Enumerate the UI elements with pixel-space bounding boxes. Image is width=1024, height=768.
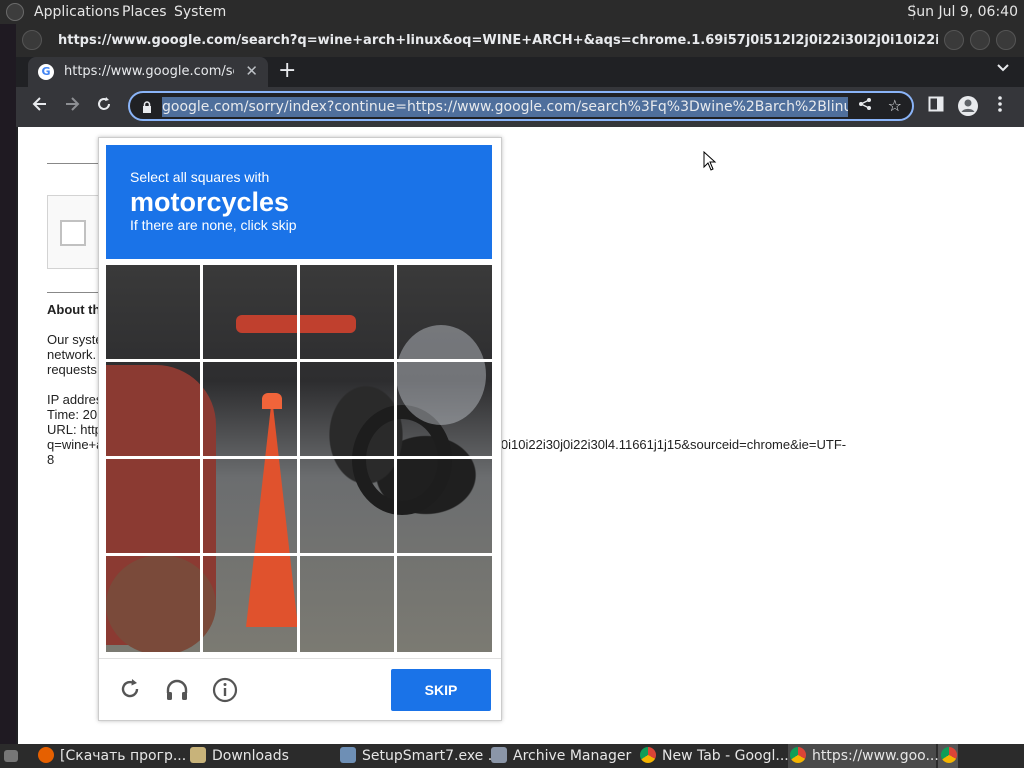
maximize-button[interactable]: [970, 30, 990, 50]
grid-tile[interactable]: [106, 362, 200, 456]
url-continuation: q=wine+a: [47, 437, 104, 452]
taskbar-item-label: https://www.goo...: [812, 748, 939, 764]
skip-button[interactable]: SKIP: [391, 669, 491, 711]
audio-challenge-icon[interactable]: [164, 677, 190, 703]
grid-tile[interactable]: [300, 265, 394, 359]
grid-tile[interactable]: [397, 459, 492, 553]
chrome-icon: [941, 747, 957, 763]
grid-tile[interactable]: [300, 362, 394, 456]
chrome-icon: [640, 747, 656, 763]
distro-logo-icon[interactable]: [6, 3, 24, 21]
url-text[interactable]: google.com/sorry/index?continue=https://…: [162, 97, 848, 117]
body-line: requests: [47, 362, 97, 377]
top-panel: Applications Places System Sun Jul 9, 06…: [0, 0, 1024, 24]
forward-button[interactable]: [60, 95, 84, 119]
about-heading: About th: [47, 302, 101, 317]
grid-tile[interactable]: [397, 362, 492, 456]
recaptcha-checkbox[interactable]: [60, 220, 86, 246]
taskbar-item-label: [Скачать прогр...: [60, 748, 187, 764]
profile-avatar-icon[interactable]: [956, 95, 980, 119]
info-icon[interactable]: [212, 677, 238, 703]
grid-tile[interactable]: [203, 556, 297, 652]
desktop-background: [0, 24, 16, 744]
archive-icon: [491, 747, 507, 763]
grid-tile[interactable]: [203, 265, 297, 359]
address-bar[interactable]: google.com/sorry/index?continue=https://…: [128, 91, 914, 121]
lock-icon[interactable]: [142, 99, 152, 113]
url-continuation-end: 8: [47, 452, 55, 467]
grid-tile[interactable]: [106, 459, 200, 553]
challenge-instruction: Select all squares with: [130, 169, 270, 185]
taskbar-item-label: New Tab - Googl...: [662, 748, 789, 764]
ip-address-text: IP addres: [47, 392, 103, 407]
show-desktop-icon: [4, 750, 18, 762]
tab-close-icon[interactable]: ✕: [245, 62, 258, 80]
url-label-text: URL: http: [47, 422, 102, 437]
window-menu-button[interactable]: [22, 30, 42, 50]
grid-tile[interactable]: [106, 556, 200, 652]
challenge-footer: SKIP: [99, 658, 501, 721]
taskbar-item-firefox[interactable]: [Скачать прогр...: [38, 744, 186, 768]
taskbar-item-new-tab[interactable]: New Tab - Googl...: [640, 744, 789, 768]
chrome-icon: [790, 747, 806, 763]
body-line: network.: [47, 347, 97, 362]
share-icon[interactable]: [858, 97, 872, 115]
taskbar-item-setupsmart[interactable]: SetupSmart7.exe ...: [340, 744, 501, 768]
bookmark-star-icon[interactable]: ☆: [888, 96, 902, 115]
tab-google-search[interactable]: G https://www.google.com/sear ✕: [28, 57, 268, 87]
workspace-switcher[interactable]: [938, 744, 958, 768]
taskbar: [Скачать прогр... Downloads SetupSmart7.…: [0, 744, 1024, 768]
side-panel-icon[interactable]: [924, 95, 948, 119]
body-line: Our syste: [47, 332, 103, 347]
taskbar-item-label: Downloads: [212, 748, 289, 764]
grid-tile[interactable]: [300, 556, 394, 652]
taskbar-item-label: SetupSmart7.exe ...: [362, 748, 502, 764]
grid-tile[interactable]: [203, 459, 297, 553]
challenge-hint: If there are none, click skip: [130, 217, 297, 233]
challenge-target: motorcycles: [130, 187, 290, 217]
grid-tile[interactable]: [397, 556, 492, 652]
applications-menu[interactable]: Applications: [34, 4, 120, 20]
window-titlebar[interactable]: https://www.google.com/search?q=wine+arc…: [16, 24, 1024, 57]
url-continuation-right: j0i10i22i30j0i22i30l4.11661j1j15&sourcei…: [498, 437, 847, 452]
tab-strip: G https://www.google.com/sear ✕ +: [16, 57, 1024, 87]
window-title: https://www.google.com/search?q=wine+arc…: [58, 33, 938, 48]
system-menu[interactable]: System: [174, 4, 226, 20]
reload-button[interactable]: [92, 95, 116, 119]
grid-tile[interactable]: [300, 459, 394, 553]
grid-tile[interactable]: [106, 265, 200, 359]
kebab-menu-icon[interactable]: [988, 95, 1012, 119]
back-button[interactable]: [28, 95, 52, 119]
taskbar-item-google-search[interactable]: https://www.goo...: [788, 744, 939, 768]
taskbar-item-archive-manager[interactable]: Archive Manager: [491, 744, 631, 768]
installer-icon: [340, 747, 356, 763]
challenge-image-grid: [106, 265, 492, 652]
tab-title: https://www.google.com/sear: [64, 64, 234, 79]
grid-tile[interactable]: [397, 265, 492, 359]
grid-tile[interactable]: [203, 362, 297, 456]
browser-toolbar: google.com/sorry/index?continue=https://…: [16, 87, 1024, 127]
show-desktop-button[interactable]: [4, 744, 24, 768]
clock[interactable]: Sun Jul 9, 06:40: [907, 4, 1018, 20]
folder-icon: [190, 747, 206, 763]
challenge-header: Select all squares with motorcycles If t…: [106, 145, 492, 259]
time-text: Time: 20: [47, 407, 98, 422]
taskbar-item-downloads[interactable]: Downloads: [190, 744, 289, 768]
firefox-icon: [38, 747, 54, 763]
tab-search-chevron-icon[interactable]: [996, 61, 1010, 77]
close-window-button[interactable]: [996, 30, 1016, 50]
minimize-button[interactable]: [944, 30, 964, 50]
places-menu[interactable]: Places: [122, 4, 167, 20]
google-favicon-icon: G: [38, 64, 54, 80]
reload-challenge-icon[interactable]: [117, 677, 143, 703]
recaptcha-challenge: Select all squares with motorcycles If t…: [98, 137, 502, 721]
taskbar-item-label: Archive Manager: [513, 748, 632, 764]
new-tab-button[interactable]: +: [278, 59, 296, 83]
